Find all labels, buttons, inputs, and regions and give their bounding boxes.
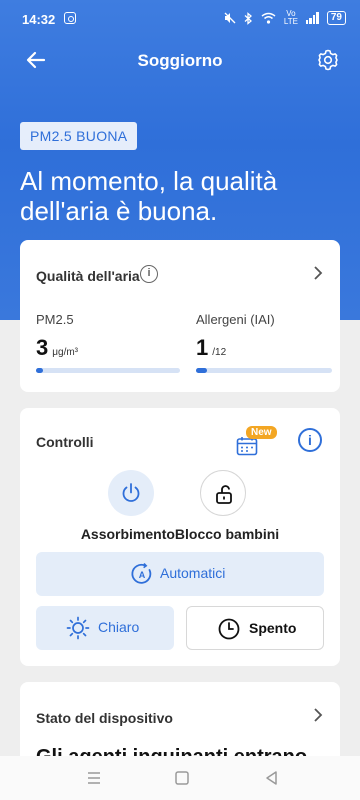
battery-icon: 79 — [326, 11, 346, 25]
allergens-label: Allergeni (IAI) — [196, 312, 275, 327]
auto-mode-button[interactable]: A Automatici — [36, 552, 324, 596]
mute-icon — [224, 12, 236, 24]
air-quality-title: Qualità dell'aria — [36, 268, 140, 284]
air-quality-badge: PM2.5 BUONA — [20, 122, 138, 150]
device-state-title: Stato del dispositivo — [36, 710, 173, 726]
allergens-value-group: 1/12 — [196, 335, 226, 361]
settings-gear-icon[interactable] — [316, 48, 340, 72]
allergens-value: 1 — [196, 335, 209, 360]
air-quality-headline: Al momento, la qualità dell'aria è buona… — [20, 166, 278, 226]
system-navigation-bar — [0, 756, 360, 800]
bluetooth-icon — [244, 11, 252, 25]
network-type: Vo LTE — [283, 9, 298, 26]
light-label: Chiaro — [98, 619, 140, 635]
schedule-calendar-icon[interactable] — [236, 436, 258, 456]
top-app-bar: Soggiorno — [0, 40, 360, 80]
pm25-value-group: 3 μg/m³ — [36, 335, 78, 361]
timer-clock-icon — [218, 618, 240, 640]
wifi-icon — [261, 12, 276, 24]
auto-mode-icon: A — [131, 562, 152, 584]
new-badge: New — [246, 426, 277, 439]
svg-text:A: A — [139, 570, 146, 580]
allergens-level-bar — [196, 368, 332, 373]
pm25-level-bar — [36, 368, 180, 373]
screen-record-icon — [64, 12, 76, 24]
child-lock-button[interactable] — [200, 470, 246, 516]
control-labels: AssorbimentoBlocco bambini — [80, 526, 280, 542]
info-icon[interactable]: i — [140, 265, 158, 283]
light-button[interactable]: Chiaro — [36, 606, 174, 650]
chevron-right-icon[interactable] — [312, 266, 324, 280]
power-button[interactable] — [108, 470, 154, 516]
home-icon[interactable] — [172, 768, 192, 788]
auto-mode-label: Automatici — [160, 565, 226, 581]
controls-title: Controlli — [36, 434, 94, 450]
power-icon — [122, 483, 140, 502]
air-quality-card[interactable]: Qualità dell'aria i PM2.5 3 μg/m³ Allerge… — [20, 240, 340, 392]
pm25-label: PM2.5 — [36, 312, 74, 327]
pm25-level-fill — [36, 368, 44, 373]
back-triangle-icon[interactable] — [262, 768, 282, 788]
timer-button[interactable]: Spento — [186, 606, 324, 650]
controls-info-icon[interactable]: i — [298, 428, 322, 452]
unlock-icon — [216, 485, 232, 504]
status-bar: 14:32 Vo LTE 79 — [0, 0, 360, 38]
allergens-level-fill — [196, 368, 207, 373]
timer-label: Spento — [249, 620, 297, 636]
signal-icon — [305, 12, 319, 24]
pm25-unit: μg/m³ — [52, 347, 79, 358]
menu-icon[interactable] — [84, 768, 104, 788]
allergens-unit: /12 — [212, 347, 227, 358]
chevron-right-icon[interactable] — [312, 708, 324, 722]
controls-card: Controlli New i AssorbimentoBlocco bambi… — [20, 408, 340, 666]
pm25-value: 3 — [36, 335, 49, 360]
brightness-icon — [66, 616, 90, 640]
page-title: Soggiorno — [137, 51, 223, 70]
status-time: 14:32 — [22, 12, 56, 27]
